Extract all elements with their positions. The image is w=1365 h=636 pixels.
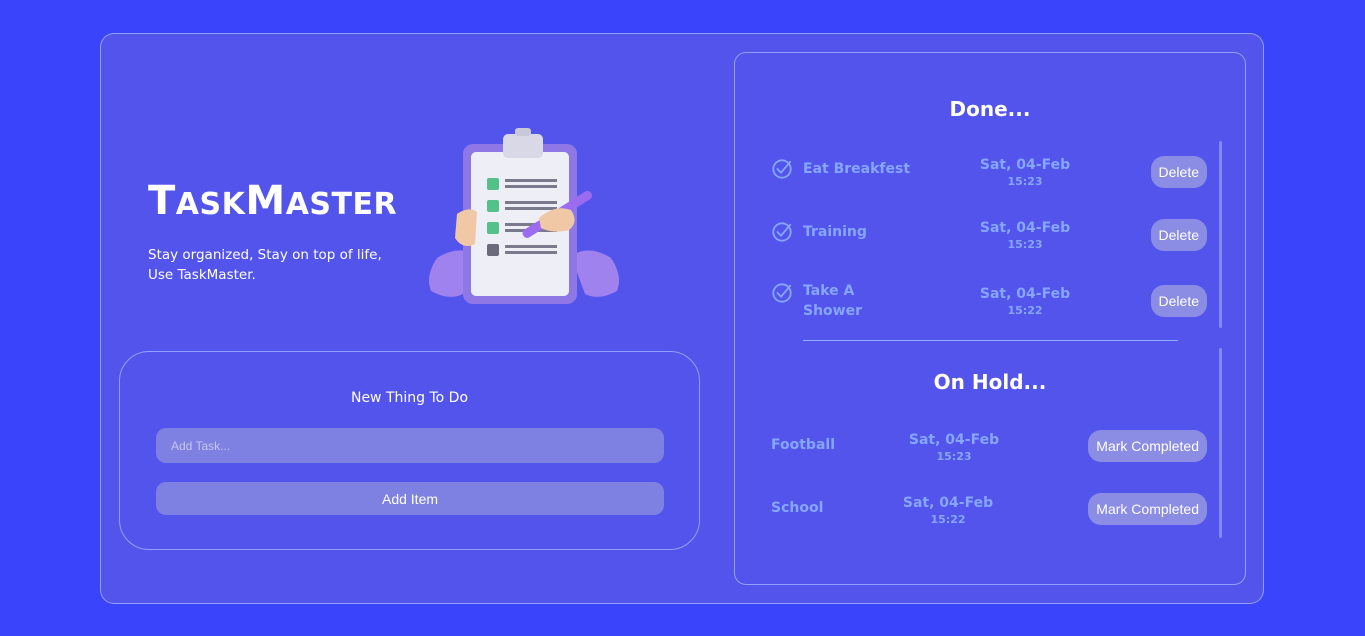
brand-letter-m: M: [245, 178, 286, 224]
task-name: Eat Breakfest: [803, 161, 911, 177]
delete-button[interactable]: Delete: [1150, 285, 1207, 317]
add-task-input[interactable]: [156, 428, 664, 463]
task-datetime: Sat, 04-Feb 15:23: [970, 219, 1080, 253]
new-task-form: New Thing To Do Add Item: [119, 351, 700, 550]
task-time: 15:23: [936, 450, 972, 463]
task-name: School: [771, 500, 824, 516]
brand-aster: ASTER: [285, 187, 398, 222]
task-datetime: Sat, 04-Feb 15:23: [970, 156, 1080, 190]
delete-button[interactable]: Delete: [1150, 156, 1207, 188]
task-time: 15:23: [1007, 238, 1043, 251]
task-date: Sat, 04-Feb: [908, 432, 1000, 448]
brand-ask: ASK: [175, 187, 246, 222]
task-date: Sat, 04-Feb: [902, 495, 994, 511]
delete-button[interactable]: Delete: [1150, 219, 1207, 251]
clipboard-illustration: [429, 128, 619, 304]
tagline-line-1: Stay organized, Stay on top of life,: [148, 247, 382, 263]
check-circle-icon: [772, 222, 792, 242]
done-list-item: Take A Shower Sat, 04-Feb 15:22 Delete: [771, 275, 1207, 335]
task-time: 15:23: [1007, 175, 1043, 188]
on-hold-list-item: School Sat, 04-Feb 15:22 Mark Completed: [771, 488, 1207, 548]
done-list-item: Eat Breakfest Sat, 04-Feb 15:23 Delete: [771, 148, 1207, 208]
check-circle-icon: [772, 159, 792, 179]
task-time: 15:22: [930, 513, 966, 526]
hero-section: TASKMASTER Stay organized, Stay on top o…: [148, 179, 397, 285]
task-datetime: Sat, 04-Feb 15:23: [899, 431, 1009, 465]
main-card: TASKMASTER Stay organized, Stay on top o…: [100, 33, 1264, 604]
task-name: Take A Shower: [803, 281, 862, 321]
on-hold-section-title: On Hold...: [933, 370, 1047, 394]
task-name-line-2: Shower: [803, 303, 863, 319]
task-lists-panel: Done... Eat Breakfest Sat, 04-Feb 15:23 D…: [734, 52, 1246, 585]
form-title: New Thing To Do: [350, 390, 469, 406]
mark-completed-button[interactable]: Mark Completed: [1088, 493, 1207, 525]
task-datetime: Sat, 04-Feb 15:22: [893, 494, 1003, 528]
app-title: TASKMASTER: [148, 179, 397, 227]
task-date: Sat, 04-Feb: [979, 220, 1071, 236]
tagline: Stay organized, Stay on top of life, Use…: [148, 245, 388, 285]
task-name-line-1: Take A: [803, 283, 855, 299]
on-hold-scrollbar[interactable]: [1219, 348, 1222, 538]
check-circle-icon: [772, 283, 792, 303]
task-name: Training: [803, 224, 867, 240]
done-list-item: Training Sat, 04-Feb 15:23 Delete: [771, 211, 1207, 271]
add-item-button[interactable]: Add Item: [156, 482, 664, 515]
on-hold-list-item: Football Sat, 04-Feb 15:23 Mark Completed: [771, 425, 1207, 485]
tagline-line-2: Use TaskMaster.: [148, 267, 256, 283]
task-time: 15:22: [1007, 304, 1043, 317]
mark-completed-button[interactable]: Mark Completed: [1088, 430, 1207, 462]
done-scrollbar[interactable]: [1219, 141, 1222, 328]
brand-letter-t: T: [148, 178, 176, 224]
task-datetime: Sat, 04-Feb 15:22: [970, 285, 1080, 319]
task-date: Sat, 04-Feb: [979, 157, 1071, 173]
task-name: Football: [771, 437, 835, 453]
section-divider: [803, 340, 1178, 341]
done-section-title: Done...: [949, 97, 1031, 121]
task-date: Sat, 04-Feb: [979, 286, 1071, 302]
